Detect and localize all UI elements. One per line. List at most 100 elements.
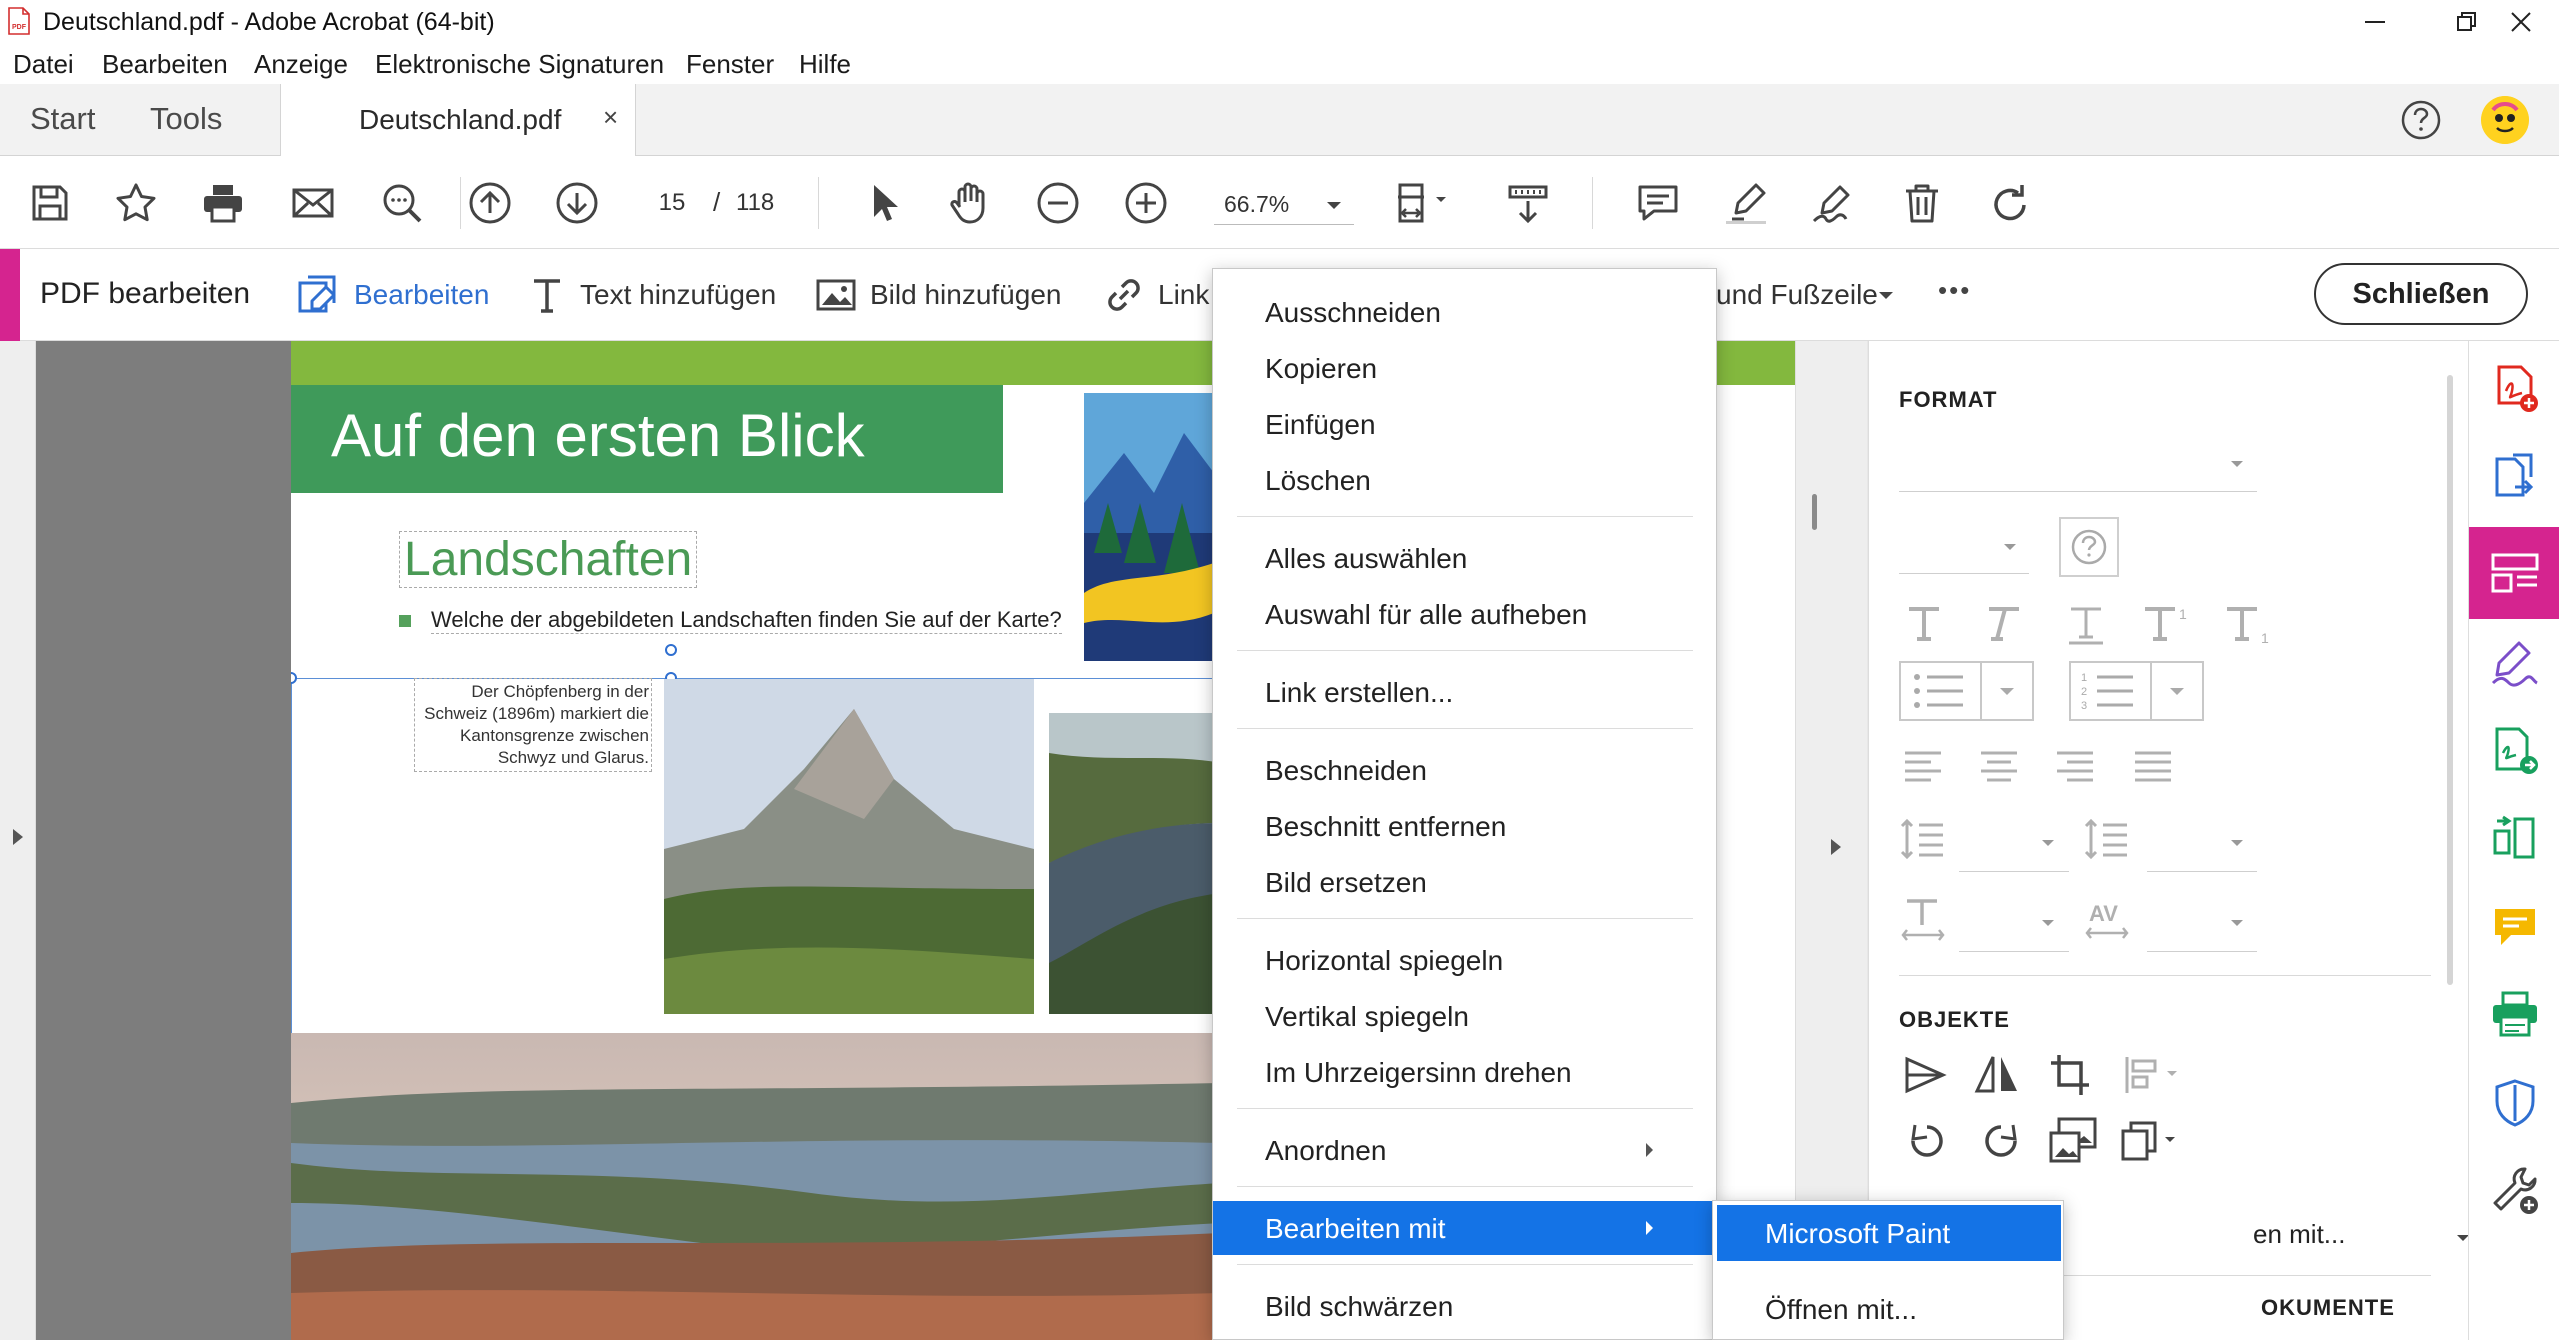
highlight-button[interactable] bbox=[1722, 179, 1770, 227]
edit-pdf-tool[interactable] bbox=[2469, 527, 2559, 619]
help-icon[interactable] bbox=[2059, 517, 2119, 577]
doc-scrollbar[interactable] bbox=[1812, 494, 1817, 530]
more-tools-tool[interactable] bbox=[2489, 1165, 2541, 1217]
edit-button[interactable]: Bearbeiten bbox=[296, 273, 496, 317]
comment-tool[interactable] bbox=[2489, 901, 2541, 953]
add-image-button[interactable]: Bild hinzufügen bbox=[814, 273, 1074, 317]
close-tab-button[interactable]: × bbox=[603, 102, 618, 133]
menu-item-ausschneiden[interactable]: Ausschneiden bbox=[1213, 285, 1716, 339]
crop-icon[interactable] bbox=[2049, 1053, 2093, 1097]
flip-horizontal-icon[interactable] bbox=[1973, 1053, 2021, 1097]
email-button[interactable] bbox=[289, 179, 337, 227]
menu-fenster[interactable]: Fenster bbox=[686, 49, 774, 80]
header-footer-button[interactable]: und Fußzeile bbox=[1716, 273, 1896, 317]
close-window-button[interactable] bbox=[2467, 0, 2559, 44]
svg-text:1: 1 bbox=[2179, 606, 2187, 622]
bookmark-button[interactable] bbox=[112, 179, 160, 227]
menu-item-kopieren[interactable]: Kopieren bbox=[1213, 341, 1716, 395]
print-production-tool[interactable] bbox=[2489, 989, 2541, 1041]
replace-image-icon[interactable] bbox=[2047, 1115, 2099, 1165]
menu-item-einfuegen[interactable]: Einfügen bbox=[1213, 397, 1716, 451]
edit-with-dropdown-label[interactable]: en mit... bbox=[2253, 1219, 2345, 1250]
question-text[interactable]: Welche der abgebildeten Landschaften fin… bbox=[431, 607, 1062, 634]
page-fit-button[interactable] bbox=[1394, 179, 1454, 227]
menu-elektronische-signaturen[interactable]: Elektronische Signaturen bbox=[375, 49, 664, 80]
help-icon[interactable] bbox=[2400, 99, 2442, 141]
menu-item-vertikal-spiegeln[interactable]: Vertikal spiegeln bbox=[1213, 989, 1716, 1043]
zoom-dropdown[interactable]: 66.7% bbox=[1214, 181, 1354, 225]
export-pdf-tool[interactable] bbox=[2489, 451, 2541, 503]
create-pdf-tool[interactable] bbox=[2489, 363, 2541, 415]
page-banner: Auf den ersten Blick bbox=[291, 385, 1003, 493]
tab-tools[interactable]: Tools bbox=[150, 101, 222, 137]
font-size-dropdown[interactable] bbox=[1899, 573, 2029, 574]
select-tool-button[interactable] bbox=[860, 179, 908, 227]
protect-tool[interactable] bbox=[2489, 1077, 2541, 1129]
flip-triangle-icon[interactable] bbox=[1903, 1053, 1947, 1097]
menu-hilfe[interactable]: Hilfe bbox=[799, 49, 851, 80]
link-button[interactable]: Link bbox=[1102, 273, 1214, 317]
tab-document[interactable]: Deutschland.pdf × bbox=[280, 84, 636, 156]
rotate-left-icon[interactable] bbox=[1903, 1119, 1951, 1163]
zoom-in-icon bbox=[1125, 182, 1167, 224]
page-up-icon bbox=[469, 182, 511, 224]
panel-scrollbar[interactable] bbox=[2447, 375, 2453, 985]
close-edit-button[interactable]: Schließen bbox=[2314, 263, 2528, 325]
rotate-button[interactable] bbox=[1986, 179, 2034, 227]
next-page-button[interactable] bbox=[553, 179, 601, 227]
save-button[interactable] bbox=[26, 179, 74, 227]
minimize-button[interactable] bbox=[2329, 0, 2421, 44]
bullet-list-dropdown[interactable] bbox=[1899, 661, 2034, 721]
find-button[interactable] bbox=[378, 179, 426, 227]
right-panel-toggle[interactable] bbox=[1795, 341, 1867, 1340]
paragraph-spacing-dropdown[interactable] bbox=[2147, 871, 2257, 872]
menu-datei[interactable]: Datei bbox=[13, 49, 74, 80]
align-objects-icon[interactable] bbox=[2123, 1053, 2183, 1097]
menu-item-beschneiden[interactable]: Beschneiden bbox=[1213, 743, 1716, 797]
current-page-input[interactable]: 15 bbox=[632, 181, 712, 225]
menu-item-auswahl-aufheben[interactable]: Auswahl für alle aufheben bbox=[1213, 587, 1716, 641]
fill-sign-tool[interactable] bbox=[2489, 637, 2541, 689]
character-spacing-dropdown[interactable] bbox=[2147, 951, 2257, 952]
organize-pages-tool[interactable] bbox=[2489, 813, 2541, 865]
menu-anzeige[interactable]: Anzeige bbox=[254, 49, 348, 80]
menu-item-beschnitt-entfernen[interactable]: Beschnitt entfernen bbox=[1213, 799, 1716, 853]
rotate-handle[interactable] bbox=[665, 644, 677, 656]
more-options-button[interactable]: ••• bbox=[1938, 273, 1988, 317]
tab-start[interactable]: Start bbox=[30, 101, 95, 137]
line-spacing-dropdown[interactable] bbox=[1959, 871, 2069, 872]
hand-tool-button[interactable] bbox=[945, 179, 993, 227]
menu-item-bearbeiten-mit[interactable]: Bearbeiten mit bbox=[1213, 1201, 1716, 1255]
arrange-icon[interactable] bbox=[2119, 1119, 2183, 1165]
send-for-review-tool[interactable] bbox=[2489, 725, 2541, 777]
previous-page-button[interactable] bbox=[466, 179, 514, 227]
comment-button[interactable] bbox=[1634, 179, 1682, 227]
submenu-item-oeffnen-mit[interactable]: Öffnen mit... bbox=[1717, 1281, 2061, 1337]
page-heading[interactable]: Landschaften bbox=[399, 531, 698, 588]
menu-item-loeschen[interactable]: Löschen bbox=[1213, 453, 1716, 507]
submenu-item-microsoft-paint[interactable]: Microsoft Paint bbox=[1717, 1205, 2061, 1261]
rotate-right-icon[interactable] bbox=[1977, 1119, 2025, 1163]
zoom-out-button[interactable] bbox=[1034, 179, 1082, 227]
scroll-mode-button[interactable] bbox=[1504, 179, 1552, 227]
delete-button[interactable] bbox=[1898, 179, 1946, 227]
left-panel-toggle[interactable] bbox=[0, 341, 36, 1340]
menu-item-bild-schwaerzen[interactable]: Bild schwärzen bbox=[1213, 1279, 1716, 1333]
menu-item-alles-auswaehlen[interactable]: Alles auswählen bbox=[1213, 531, 1716, 585]
menu-item-drehen[interactable]: Im Uhrzeigersinn drehen bbox=[1213, 1045, 1716, 1099]
zoom-in-button[interactable] bbox=[1122, 179, 1170, 227]
menu-bearbeiten[interactable]: Bearbeiten bbox=[102, 49, 228, 80]
sign-button[interactable] bbox=[1810, 179, 1858, 227]
add-text-icon bbox=[534, 279, 560, 313]
image-caption[interactable]: Der Chöpfenberg in der Schweiz (1896m) m… bbox=[414, 678, 652, 772]
print-button[interactable] bbox=[199, 179, 247, 227]
menu-item-bild-ersetzen[interactable]: Bild ersetzen bbox=[1213, 855, 1716, 909]
menu-item-horizontal-spiegeln[interactable]: Horizontal spiegeln bbox=[1213, 933, 1716, 987]
user-avatar[interactable] bbox=[2481, 96, 2529, 144]
menu-item-anordnen[interactable]: Anordnen bbox=[1213, 1123, 1716, 1177]
font-family-dropdown[interactable] bbox=[1899, 491, 2257, 492]
menu-item-link-erstellen[interactable]: Link erstellen... bbox=[1213, 665, 1716, 719]
horizontal-scale-dropdown[interactable] bbox=[1959, 951, 2069, 952]
numbered-list-dropdown[interactable]: 1 2 3 bbox=[2069, 661, 2204, 721]
add-text-button[interactable]: Text hinzufügen bbox=[528, 273, 788, 317]
